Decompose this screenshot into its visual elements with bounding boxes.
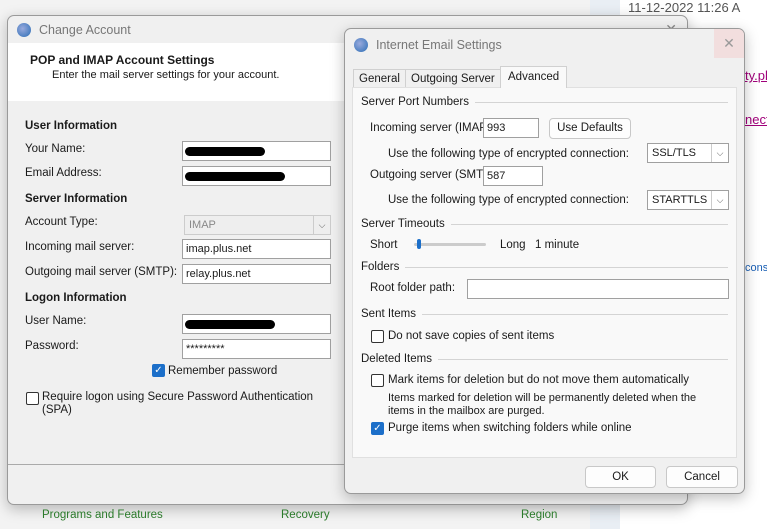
redaction [185, 172, 285, 181]
imap-encryption-label: Use the following type of encrypted conn… [388, 148, 630, 160]
outlook-globe-icon [354, 38, 368, 52]
smtp-port-input[interactable]: 587 [483, 166, 543, 186]
dialog-title: Change Account [39, 22, 131, 37]
background-link[interactable]: nect [745, 112, 767, 127]
chevron-down-icon: ⌵ [711, 144, 728, 162]
tab-outgoing-server[interactable]: Outgoing Server [405, 69, 501, 88]
timeout-value: 1 minute [535, 239, 580, 251]
section-user-info: User Information [25, 120, 118, 132]
email-label: Email Address: [25, 167, 102, 179]
group-folders: Folders [361, 261, 728, 273]
no-save-sent-checkbox[interactable] [371, 330, 384, 343]
close-button[interactable]: ✕ [714, 29, 744, 58]
mark-deletion-label: Mark items for deletion but do not move … [388, 374, 690, 386]
page-subtitle: Enter the mail server settings for your … [52, 69, 280, 81]
section-logon-info: Logon Information [25, 292, 127, 304]
page-title: POP and IMAP Account Settings [30, 53, 215, 67]
dialog-title: Internet Email Settings [376, 38, 502, 52]
remember-password-label: Remember password [168, 365, 278, 377]
background-item[interactable]: Recovery [281, 509, 330, 521]
email-input[interactable] [182, 166, 331, 186]
spa-label: Require logon using Secure Password Auth… [42, 391, 314, 416]
imap-port-label: Incoming server (IMAP): [370, 122, 494, 134]
background-item[interactable]: Programs and Features [42, 509, 163, 521]
root-folder-label: Root folder path: [370, 282, 456, 294]
account-type-select: IMAP ⌵ [184, 215, 331, 235]
group-timeouts: Server Timeouts [361, 218, 728, 230]
tab-general[interactable]: General [353, 69, 406, 88]
cancel-button[interactable]: Cancel [666, 466, 738, 488]
background-item[interactable]: Region [521, 509, 557, 521]
background-link[interactable]: ty.pl [745, 68, 767, 83]
chevron-down-icon: ⌵ [711, 191, 728, 209]
incoming-server-label: Incoming mail server: [25, 241, 135, 253]
tab-advanced[interactable]: Advanced [500, 66, 568, 88]
outgoing-server-label: Outgoing mail server (SMTP): [25, 266, 178, 278]
ok-button[interactable]: OK [585, 466, 656, 488]
no-save-sent-label: Do not save copies of sent items [388, 330, 555, 342]
imap-encryption-select[interactable]: SSL/TLS ⌵ [647, 143, 729, 163]
imap-port-input[interactable]: 993 [483, 118, 539, 138]
group-sent-items: Sent Items [361, 308, 728, 320]
outlook-globe-icon [17, 22, 31, 37]
advanced-panel: Server Port Numbers Incoming server (IMA… [352, 87, 737, 458]
mark-deletion-checkbox[interactable] [371, 374, 384, 387]
title-bar: Internet Email Settings [345, 29, 744, 61]
group-deleted-items: Deleted Items [361, 353, 728, 365]
username-label: User Name: [25, 315, 87, 327]
timeout-long-label: Long [500, 239, 526, 251]
section-server-info: Server Information [25, 193, 128, 205]
chevron-down-icon: ⌵ [313, 216, 330, 234]
your-name-label: Your Name: [25, 143, 86, 155]
timeout-short-label: Short [370, 239, 398, 251]
redaction [185, 320, 275, 329]
incoming-server-input[interactable]: imap.plus.net [182, 239, 331, 259]
your-name-input[interactable] [182, 141, 331, 161]
purge-checkbox[interactable]: ✓ [371, 422, 384, 435]
group-ports: Server Port Numbers [361, 96, 728, 108]
redaction [185, 147, 265, 156]
internet-email-settings-dialog: Internet Email Settings ✕ General Outgoi… [344, 28, 745, 494]
remember-password-checkbox[interactable]: ✓ [152, 364, 165, 377]
account-type-label: Account Type: [25, 216, 98, 228]
timeout-slider[interactable] [414, 239, 486, 249]
smtp-port-label: Outgoing server (SMTP): [370, 169, 498, 181]
spa-checkbox[interactable] [26, 392, 39, 405]
purge-label: Purge items when switching folders while… [388, 422, 632, 434]
smtp-encryption-select[interactable]: STARTTLS ⌵ [647, 190, 729, 210]
password-label: Password: [25, 340, 79, 352]
outgoing-server-input[interactable]: relay.plus.net [182, 264, 331, 284]
smtp-encryption-label: Use the following type of encrypted conn… [388, 194, 630, 206]
mark-deletion-note: Items marked for deletion will be perman… [388, 392, 697, 417]
slider-thumb[interactable] [417, 239, 422, 249]
use-defaults-button[interactable]: Use Defaults [549, 118, 631, 139]
username-input[interactable] [182, 314, 331, 334]
root-folder-input[interactable] [467, 279, 729, 299]
password-input[interactable]: ********* [182, 339, 331, 359]
background-link[interactable]: cons [745, 262, 767, 274]
background-timestamp: 11-12-2022 11:26 A [628, 0, 741, 15]
